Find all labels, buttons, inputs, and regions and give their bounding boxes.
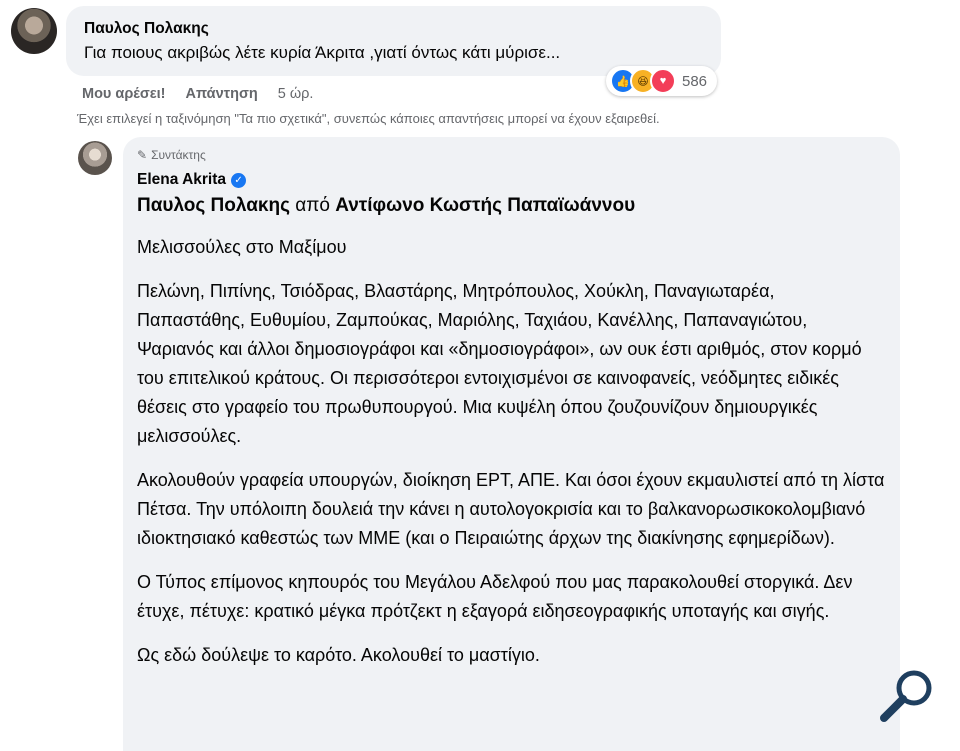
reply-author-name[interactable]: Elena Akrita	[137, 171, 226, 189]
love-icon: ♥	[650, 68, 676, 94]
headline-connector: από	[295, 195, 330, 216]
reaction-count: 586	[682, 72, 708, 90]
reply-paragraph: Ως εδώ δούλεψε το καρότο. Ακολουθεί το μ…	[137, 645, 540, 665]
author-role-label: Συντάκτης	[151, 148, 206, 162]
reply-paragraph: Μελισσούλες στο Μαξίμου	[137, 237, 347, 257]
reply-paragraph: Πελώνη, Πιπίνης, Τσιόδρας, Βλαστάρης, Μη…	[137, 281, 862, 446]
reply-button[interactable]: Απάντηση	[186, 86, 258, 102]
reply-headline: Παυλος Πολακης από Αντίφωνο Κωστής Παπαϊ…	[137, 195, 635, 217]
headline-mention[interactable]: Παυλος Πολακης	[137, 195, 290, 216]
reply-bubble: ✎ Συντάκτης Elena Akrita ✓ Παυλος Πολακη…	[123, 137, 900, 751]
reply-paragraph: Ακολουθούν γραφεία υπουργών, διοίκηση ΕΡ…	[137, 470, 885, 548]
reply-paragraph: Ο Τύπος επίμονος κηπουρός του Μεγάλου Αδ…	[137, 572, 853, 621]
headline-source[interactable]: Αντίφωνο Κωστής Παπαϊωάννου	[335, 195, 635, 216]
author-role-badge: ✎ Συντάκτης	[137, 148, 206, 162]
reply-body: Μελισσούλες στο Μαξίμου Πελώνη, Πιπίνης,…	[137, 233, 887, 685]
comment-text: Για ποιους ακριβώς λέτε κυρία Άκριτα ,γι…	[84, 43, 561, 62]
magnifier-icon[interactable]	[876, 664, 940, 728]
comment-timestamp[interactable]: 5 ώρ.	[278, 86, 314, 102]
commenter-avatar[interactable]	[11, 8, 57, 54]
reply-author: Elena Akrita ✓	[137, 171, 247, 189]
reactions-summary[interactable]: 👍 😆 ♥ 586	[606, 66, 718, 96]
sort-notice: Έχει επιλεγεί η ταξινόμηση "Τα πιο σχετι…	[77, 111, 660, 126]
comment-actions: Μου αρέσει! Απάντηση 5 ώρ.	[82, 86, 313, 102]
comment-author[interactable]: Παυλος Πολακης	[84, 20, 209, 38]
pen-icon: ✎	[137, 148, 148, 162]
like-button[interactable]: Μου αρέσει!	[82, 86, 166, 102]
reply-author-avatar[interactable]	[78, 141, 112, 175]
verified-badge-icon: ✓	[231, 172, 247, 188]
